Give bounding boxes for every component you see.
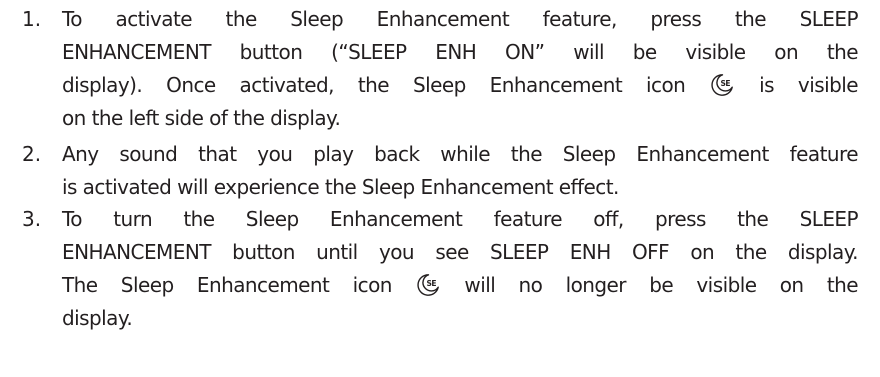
- text-fragment: will no longer be visible on the: [464, 273, 858, 297]
- item-number: 3.: [22, 207, 42, 231]
- svg-text:SE: SE: [721, 79, 731, 88]
- item-text: Any sound that you play back while the S…: [62, 138, 859, 204]
- text-line: To activate the Sleep Enhancement featur…: [62, 7, 859, 31]
- text-line: display.: [62, 306, 133, 330]
- text-line: ENHANCEMENT button (“SLEEP ENH ON” will …: [62, 40, 859, 64]
- item-number: 1.: [22, 7, 42, 31]
- text-line: The Sleep Enhancement icon SE will no lo…: [62, 269, 859, 302]
- item-text: To turn the Sleep Enhancement feature of…: [62, 203, 859, 335]
- text-line: ENHANCEMENT button until you see SLEEP E…: [62, 240, 859, 264]
- sleep-enhancement-icon: SE: [711, 74, 734, 96]
- text-line: Any sound that you play back while the S…: [62, 142, 859, 166]
- text-line: is activated will experience the Sleep E…: [62, 175, 619, 199]
- sleep-enhancement-icon: SE: [417, 274, 440, 296]
- text-fragment: is visible: [759, 73, 858, 97]
- item-number: 2.: [22, 142, 42, 166]
- instruction-list: 1. To activate the Sleep Enhancement fea…: [0, 0, 880, 377]
- text-fragment: display). Once activated, the Sleep Enha…: [62, 73, 686, 97]
- text-line: display). Once activated, the Sleep Enha…: [62, 69, 859, 102]
- item-text: To activate the Sleep Enhancement featur…: [62, 3, 859, 135]
- text-fragment: The Sleep Enhancement icon: [62, 273, 392, 297]
- text-line: on the left side of the display.: [62, 106, 341, 130]
- svg-text:SE: SE: [427, 279, 437, 288]
- text-line: To turn the Sleep Enhancement feature of…: [62, 207, 859, 231]
